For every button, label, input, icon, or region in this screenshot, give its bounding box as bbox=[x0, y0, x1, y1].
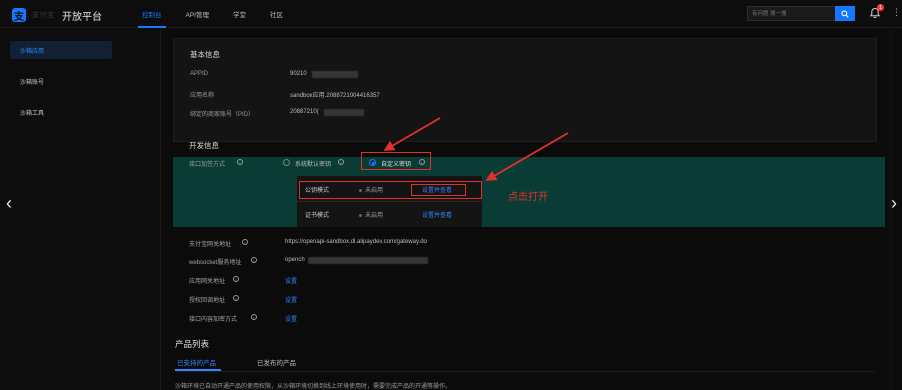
chevron-left-icon[interactable]: ‹ bbox=[6, 192, 18, 214]
chevron-right-icon[interactable]: › bbox=[891, 192, 902, 214]
annotation-arrow bbox=[485, 132, 569, 181]
annotation-arrow bbox=[383, 117, 441, 151]
annotation-arrows bbox=[383, 117, 569, 181]
annotation-text: 点击打开 bbox=[508, 192, 548, 203]
